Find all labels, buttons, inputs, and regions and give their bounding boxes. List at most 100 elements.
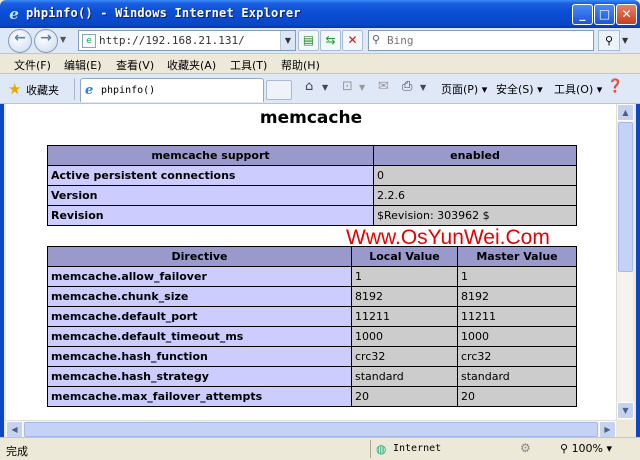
- feeds-dropdown-icon[interactable]: ▼: [359, 83, 365, 92]
- search-input[interactable]: [387, 33, 587, 48]
- table-row: memcache.hash_function crc32 crc32: [47, 346, 577, 367]
- local-value: crc32: [351, 346, 458, 367]
- close-button[interactable]: ✕: [616, 4, 637, 25]
- tab-label: phpinfo(): [101, 85, 156, 96]
- table-header-row: Directive Local Value Master Value: [47, 246, 577, 267]
- menu-edit[interactable]: 编辑(E): [64, 57, 102, 73]
- master-value: crc32: [457, 346, 577, 367]
- master-value: 8192: [457, 286, 577, 307]
- vertical-scroll-thumb[interactable]: [618, 122, 633, 272]
- memcache-support-table: memcache support enabled Active persiste…: [47, 145, 577, 226]
- row-label: Active persistent connections: [47, 165, 374, 186]
- new-tab-button[interactable]: [266, 80, 292, 100]
- page-menu-button[interactable]: 页面(P) ▾: [441, 81, 487, 97]
- menu-bar: 文件(F) 编辑(E) 查看(V) 收藏夹(A) 工具(T) 帮助(H): [0, 54, 640, 74]
- globe-icon: ◍: [376, 442, 387, 456]
- search-options-dropdown[interactable]: ▼: [622, 36, 628, 45]
- safety-menu-button[interactable]: 安全(S) ▾: [496, 81, 543, 97]
- table-header: enabled: [373, 145, 577, 166]
- directive-table: Directive Local Value Master Value memca…: [47, 246, 577, 407]
- ie-page-icon: e: [85, 83, 94, 98]
- master-value: 20: [457, 386, 577, 407]
- compatibility-view-button[interactable]: ▤: [298, 30, 319, 51]
- refresh-button[interactable]: ⇆: [320, 30, 341, 51]
- row-value: $Revision: 303962 $: [373, 205, 577, 226]
- window-title: phpinfo() - Windows Internet Explorer: [26, 6, 301, 20]
- forward-button[interactable]: →: [34, 29, 58, 53]
- row-value: 2.2.6: [373, 185, 577, 206]
- compatibility-icon: ▤: [302, 33, 315, 47]
- safety-menu-label: 安全(S): [496, 83, 534, 96]
- ie-logo-icon: e: [9, 5, 19, 23]
- home-icon[interactable]: ⌂: [305, 79, 313, 94]
- table-row: Active persistent connections 0: [47, 165, 577, 186]
- menu-file[interactable]: 文件(F): [14, 57, 51, 73]
- protected-mode-icon[interactable]: ⚙: [520, 441, 531, 455]
- menu-view[interactable]: 查看(V): [116, 57, 154, 73]
- star-icon[interactable]: ★: [8, 80, 21, 98]
- scroll-up-button[interactable]: ▲: [617, 104, 634, 121]
- menu-help[interactable]: 帮助(H): [281, 57, 320, 73]
- menu-favorites[interactable]: 收藏夹(A): [167, 57, 216, 73]
- back-button[interactable]: ←: [8, 29, 32, 53]
- table-header: Directive: [47, 246, 352, 267]
- menu-tools[interactable]: 工具(T): [230, 57, 267, 73]
- directive-name: memcache.allow_failover: [47, 266, 352, 287]
- zoom-level[interactable]: ⚲ 100% ▾: [560, 442, 612, 455]
- table-header: Master Value: [457, 246, 577, 267]
- row-label: Version: [47, 185, 374, 206]
- scroll-right-button[interactable]: ▶: [599, 421, 616, 438]
- search-button[interactable]: ⚲: [598, 30, 620, 51]
- table-header-row: memcache support enabled: [47, 145, 577, 166]
- print-icon[interactable]: ⎙: [402, 79, 412, 94]
- separator: [74, 78, 75, 100]
- search-bar[interactable]: ⚲: [368, 30, 594, 51]
- address-bar[interactable]: e ▼: [78, 30, 296, 51]
- directive-name: memcache.chunk_size: [47, 286, 352, 307]
- recent-pages-dropdown[interactable]: ▼: [60, 35, 66, 44]
- page-title: memcache: [259, 108, 363, 128]
- security-zone[interactable]: ◍ Internet: [370, 440, 510, 458]
- scroll-down-button[interactable]: ▼: [617, 402, 634, 419]
- table-header: Local Value: [351, 246, 458, 267]
- local-value: 1000: [351, 326, 458, 347]
- master-value: 1000: [457, 326, 577, 347]
- horizontal-scroll-thumb[interactable]: [24, 422, 598, 437]
- status-bar: 完成 ◍ Internet ⚙ ⚲ 100% ▾: [0, 437, 640, 460]
- local-value: 20: [351, 386, 458, 407]
- page-menu-label: 页面(P): [441, 83, 479, 96]
- feeds-icon[interactable]: ⊡: [342, 79, 353, 94]
- stop-icon: ✕: [347, 33, 358, 47]
- horizontal-scrollbar[interactable]: ◀ ▶: [6, 420, 616, 438]
- title-bar: e phpinfo() - Windows Internet Explorer …: [0, 0, 640, 28]
- maximize-button[interactable]: □: [594, 4, 615, 25]
- master-value: 1: [457, 266, 577, 287]
- vertical-scrollbar[interactable]: ▲ ▼: [616, 104, 634, 420]
- tools-menu-button[interactable]: 工具(O) ▾: [554, 81, 602, 97]
- address-dropdown-icon[interactable]: ▼: [280, 31, 295, 50]
- directive-name: memcache.hash_strategy: [47, 366, 352, 387]
- scroll-left-button[interactable]: ◀: [6, 421, 23, 438]
- address-toolbar: ← → ▼ e ▼ ▤ ⇆ ✕ ⚲ ⚲ ▼: [0, 28, 640, 54]
- table-row: memcache.allow_failover 1 1: [47, 266, 577, 287]
- page-content: memcache memcache support enabled Active…: [6, 104, 616, 420]
- table-row: memcache.max_failover_attempts 20 20: [47, 386, 577, 407]
- refresh-icon: ⇆: [325, 33, 336, 47]
- directive-name: memcache.hash_function: [47, 346, 352, 367]
- table-row: Version 2.2.6: [47, 185, 577, 206]
- home-dropdown-icon[interactable]: ▼: [322, 83, 328, 92]
- favorites-button[interactable]: 收藏夹: [26, 82, 59, 98]
- local-value: 11211: [351, 306, 458, 327]
- address-input[interactable]: [99, 33, 279, 48]
- minimize-button[interactable]: _: [572, 4, 593, 25]
- zone-label: Internet: [393, 443, 442, 454]
- search-provider-icon: ⚲: [372, 33, 381, 46]
- help-icon[interactable]: ❓: [607, 79, 623, 94]
- page-icon: e: [82, 34, 96, 48]
- local-value: 1: [351, 266, 458, 287]
- mail-icon[interactable]: ✉: [378, 79, 389, 94]
- print-dropdown-icon[interactable]: ▼: [420, 83, 426, 92]
- favorites-bar: ★ 收藏夹 e phpinfo() ⌂ ▼ ⊡ ▼ ✉ ⎙ ▼ 页面(P) ▾ …: [0, 74, 640, 104]
- tab-phpinfo[interactable]: e phpinfo(): [80, 78, 264, 102]
- stop-button[interactable]: ✕: [342, 30, 363, 51]
